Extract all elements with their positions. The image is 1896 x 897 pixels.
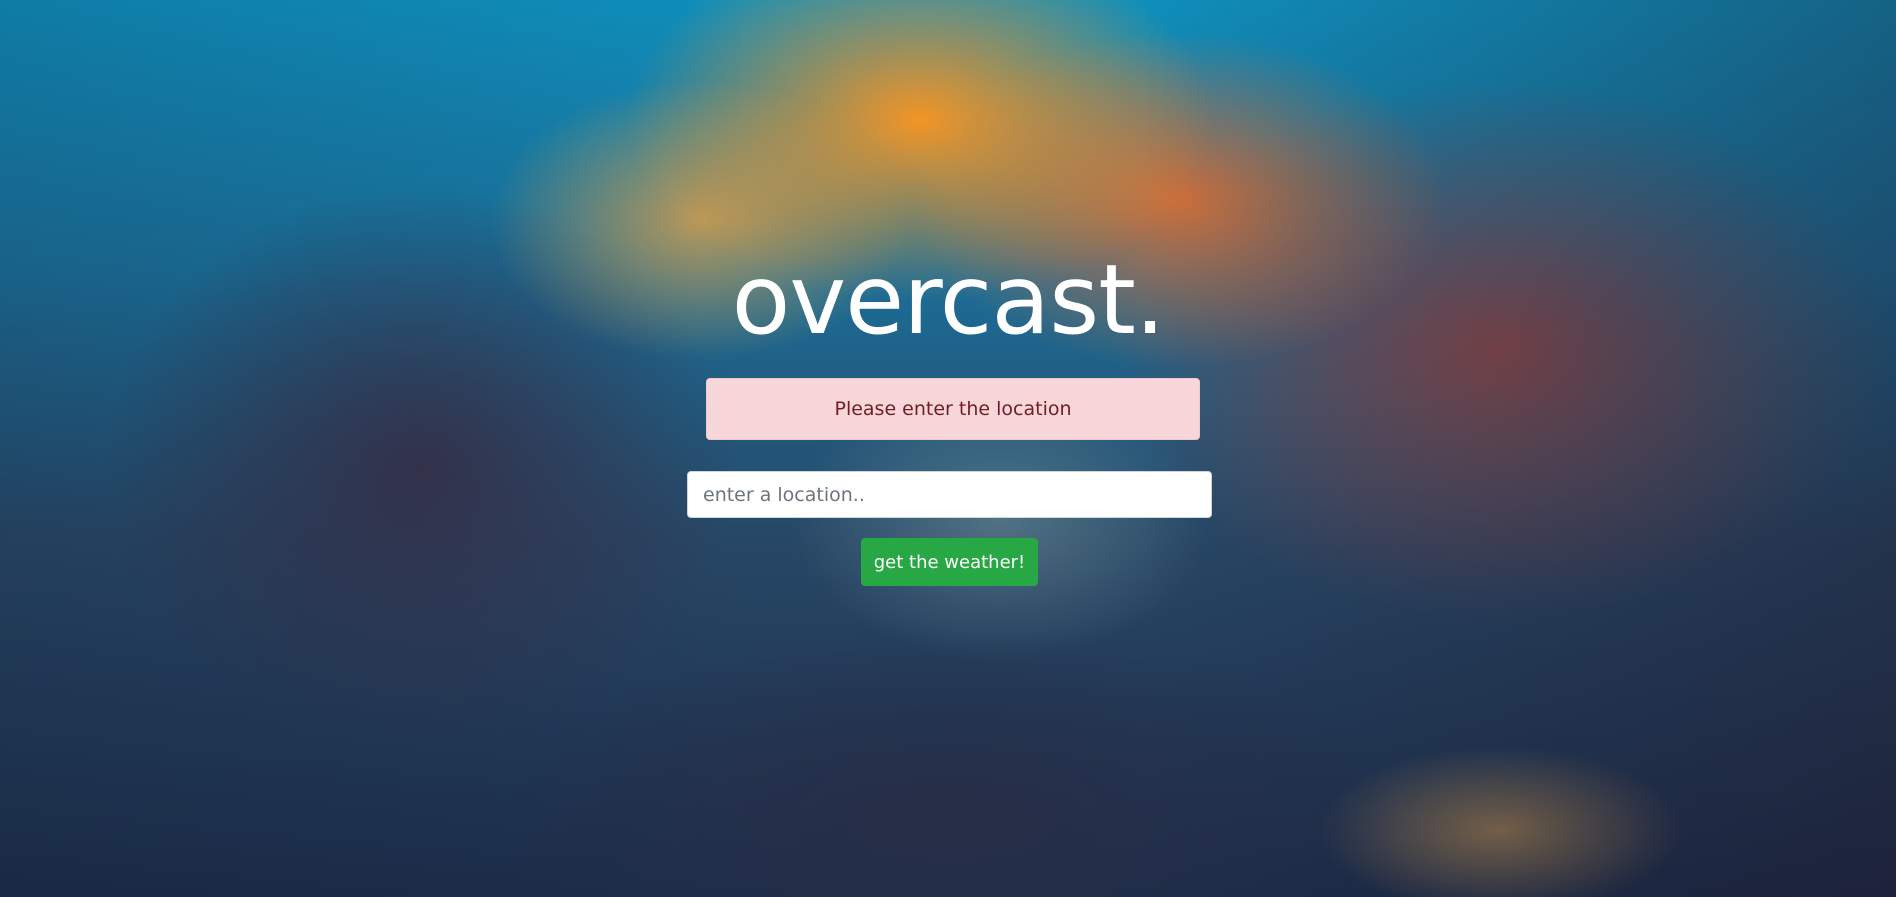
main-container: overcast. Please enter the location get … xyxy=(0,0,1896,897)
location-input[interactable] xyxy=(687,471,1212,518)
page-title: overcast. xyxy=(731,244,1166,356)
error-alert: Please enter the location xyxy=(706,378,1200,440)
get-weather-button[interactable]: get the weather! xyxy=(861,538,1038,586)
